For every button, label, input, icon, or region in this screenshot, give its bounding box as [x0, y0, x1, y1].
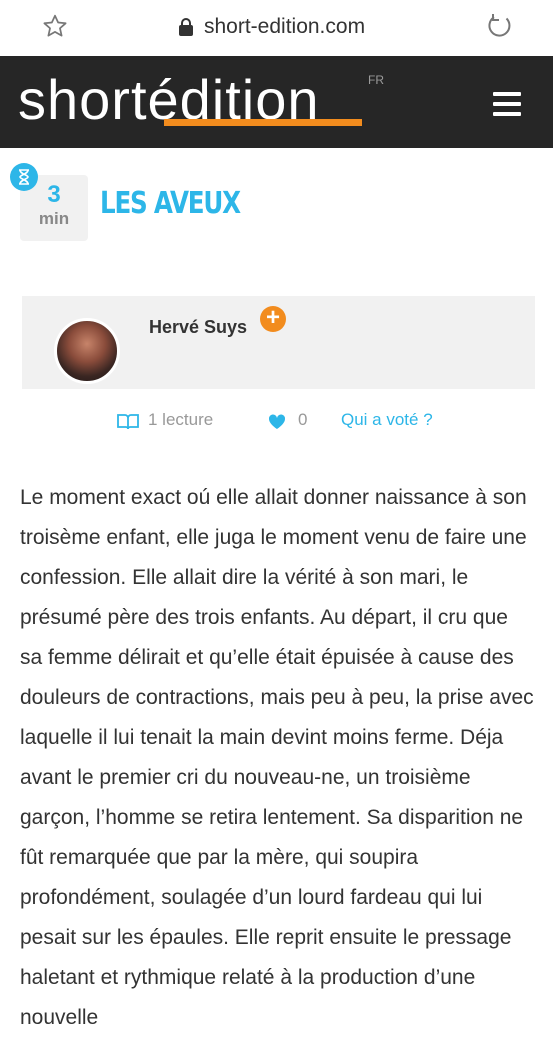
heart-icon[interactable] — [268, 414, 286, 430]
like-count: 0 — [298, 410, 308, 429]
story-text: Le moment exact oú elle allait donner na… — [20, 486, 534, 1029]
voters-link[interactable]: Qui a voté ? — [341, 410, 433, 430]
reload-icon[interactable] — [486, 12, 514, 40]
reading-time-unit: min — [38, 209, 70, 228]
browser-address-bar: short-edition.com — [0, 0, 553, 56]
star-icon[interactable] — [42, 13, 68, 39]
language-badge: FR — [368, 73, 384, 87]
author-avatar[interactable] — [54, 318, 120, 384]
url-text: short-edition.com — [204, 15, 366, 38]
read-count: 1 lecture — [148, 410, 214, 429]
story-stats: 1 lecture 0 Qui a voté ? — [0, 408, 553, 434]
story-title: LES AVEUX — [100, 186, 241, 221]
book-icon — [117, 414, 139, 430]
author-card: Hervé Suys + — [22, 296, 535, 389]
plus-icon[interactable]: + — [260, 306, 286, 332]
url-field[interactable]: short-edition.com — [178, 14, 365, 40]
author-name[interactable]: Hervé Suys — [149, 317, 247, 338]
site-header: shortédition FR — [0, 56, 553, 148]
logo-underline — [164, 119, 362, 126]
menu-icon[interactable] — [493, 92, 521, 116]
hourglass-icon — [10, 163, 38, 191]
lock-icon — [179, 18, 193, 36]
